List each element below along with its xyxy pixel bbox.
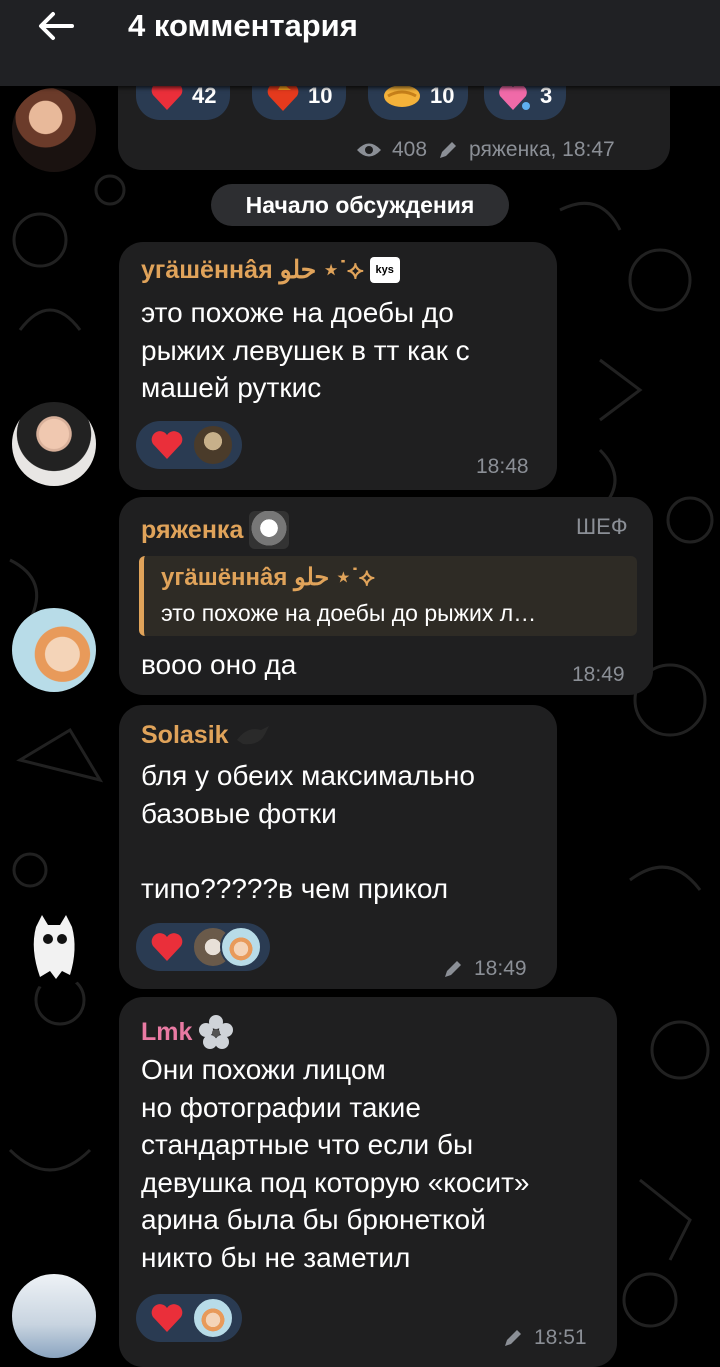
discussion-start-label: Начало обсуждения xyxy=(211,184,509,226)
reactor-avatar xyxy=(220,926,262,968)
channel-avatar[interactable] xyxy=(12,88,96,172)
post-meta: 408 ряженка, 18:47 xyxy=(356,138,615,162)
user-avatar[interactable] xyxy=(12,1274,96,1358)
heart-icon xyxy=(151,431,183,459)
user-avatar[interactable] xyxy=(12,608,96,692)
message-time: 18:48 xyxy=(476,455,529,478)
edited-pencil-icon xyxy=(445,961,461,977)
message-author[interactable]: Solasik xyxy=(141,720,271,750)
message-author[interactable]: угäшённâя حلو ⋆˙⟡ kys xyxy=(141,255,400,285)
heart-icon xyxy=(151,933,183,961)
flower-emoji-icon xyxy=(199,1015,234,1049)
reply-text: это похоже на доебы до рыжих л… xyxy=(161,600,537,626)
reaction-count: 10 xyxy=(308,83,333,108)
pen-signature-icon xyxy=(440,142,457,158)
reaction-count: 3 xyxy=(540,83,553,108)
reaction-count: 10 xyxy=(430,83,455,108)
reply-author: угäшённâя حلو ⋆˙⟡ xyxy=(161,564,375,591)
ghost-cat-icon xyxy=(33,915,75,979)
message-author[interactable]: ряженка xyxy=(141,511,290,549)
message-text: вооо оно да xyxy=(141,649,297,680)
admin-badge: ШЕФ xyxy=(576,514,628,539)
post-signature: ряженка, 18:47 xyxy=(469,138,615,161)
message-author[interactable]: Lmk xyxy=(141,1014,234,1050)
user-avatar[interactable] xyxy=(12,402,96,486)
reactor-avatar xyxy=(192,424,234,466)
message-text: Они похожи лицом но фотографии такие ста… xyxy=(141,1054,530,1273)
reply-quote[interactable]: угäшённâя حلو ⋆˙⟡ это похоже на доебы до… xyxy=(139,556,637,636)
top-app-bar: 4 комментария xyxy=(0,0,720,86)
view-count: 408 xyxy=(392,138,428,161)
message-text: это похоже на доебы до рыжих левушек в т… xyxy=(141,297,470,403)
back-button[interactable] xyxy=(34,8,78,44)
message-time: 18:49 xyxy=(572,663,625,686)
reaction-chip[interactable] xyxy=(136,1294,242,1342)
user-avatar[interactable] xyxy=(12,905,96,989)
reactor-avatar xyxy=(192,1297,234,1339)
reaction-chip[interactable] xyxy=(136,421,242,469)
page-title: 4 комментария xyxy=(128,8,358,43)
sticker-emoji-icon: kys xyxy=(369,257,400,283)
message-text: бля у обеих максимально базовые фотки ти… xyxy=(141,760,475,904)
reaction-count: 42 xyxy=(192,83,217,108)
message-time: 18:49 xyxy=(442,957,527,981)
heart-icon xyxy=(151,1304,183,1332)
cat-emoji-icon xyxy=(249,511,290,549)
crow-emoji-icon xyxy=(236,726,269,745)
message-time: 18:51 xyxy=(502,1326,587,1350)
edited-pencil-icon xyxy=(505,1330,521,1346)
eye-icon xyxy=(357,143,381,157)
arrow-left-icon xyxy=(39,12,74,40)
reaction-chip[interactable] xyxy=(136,923,270,971)
